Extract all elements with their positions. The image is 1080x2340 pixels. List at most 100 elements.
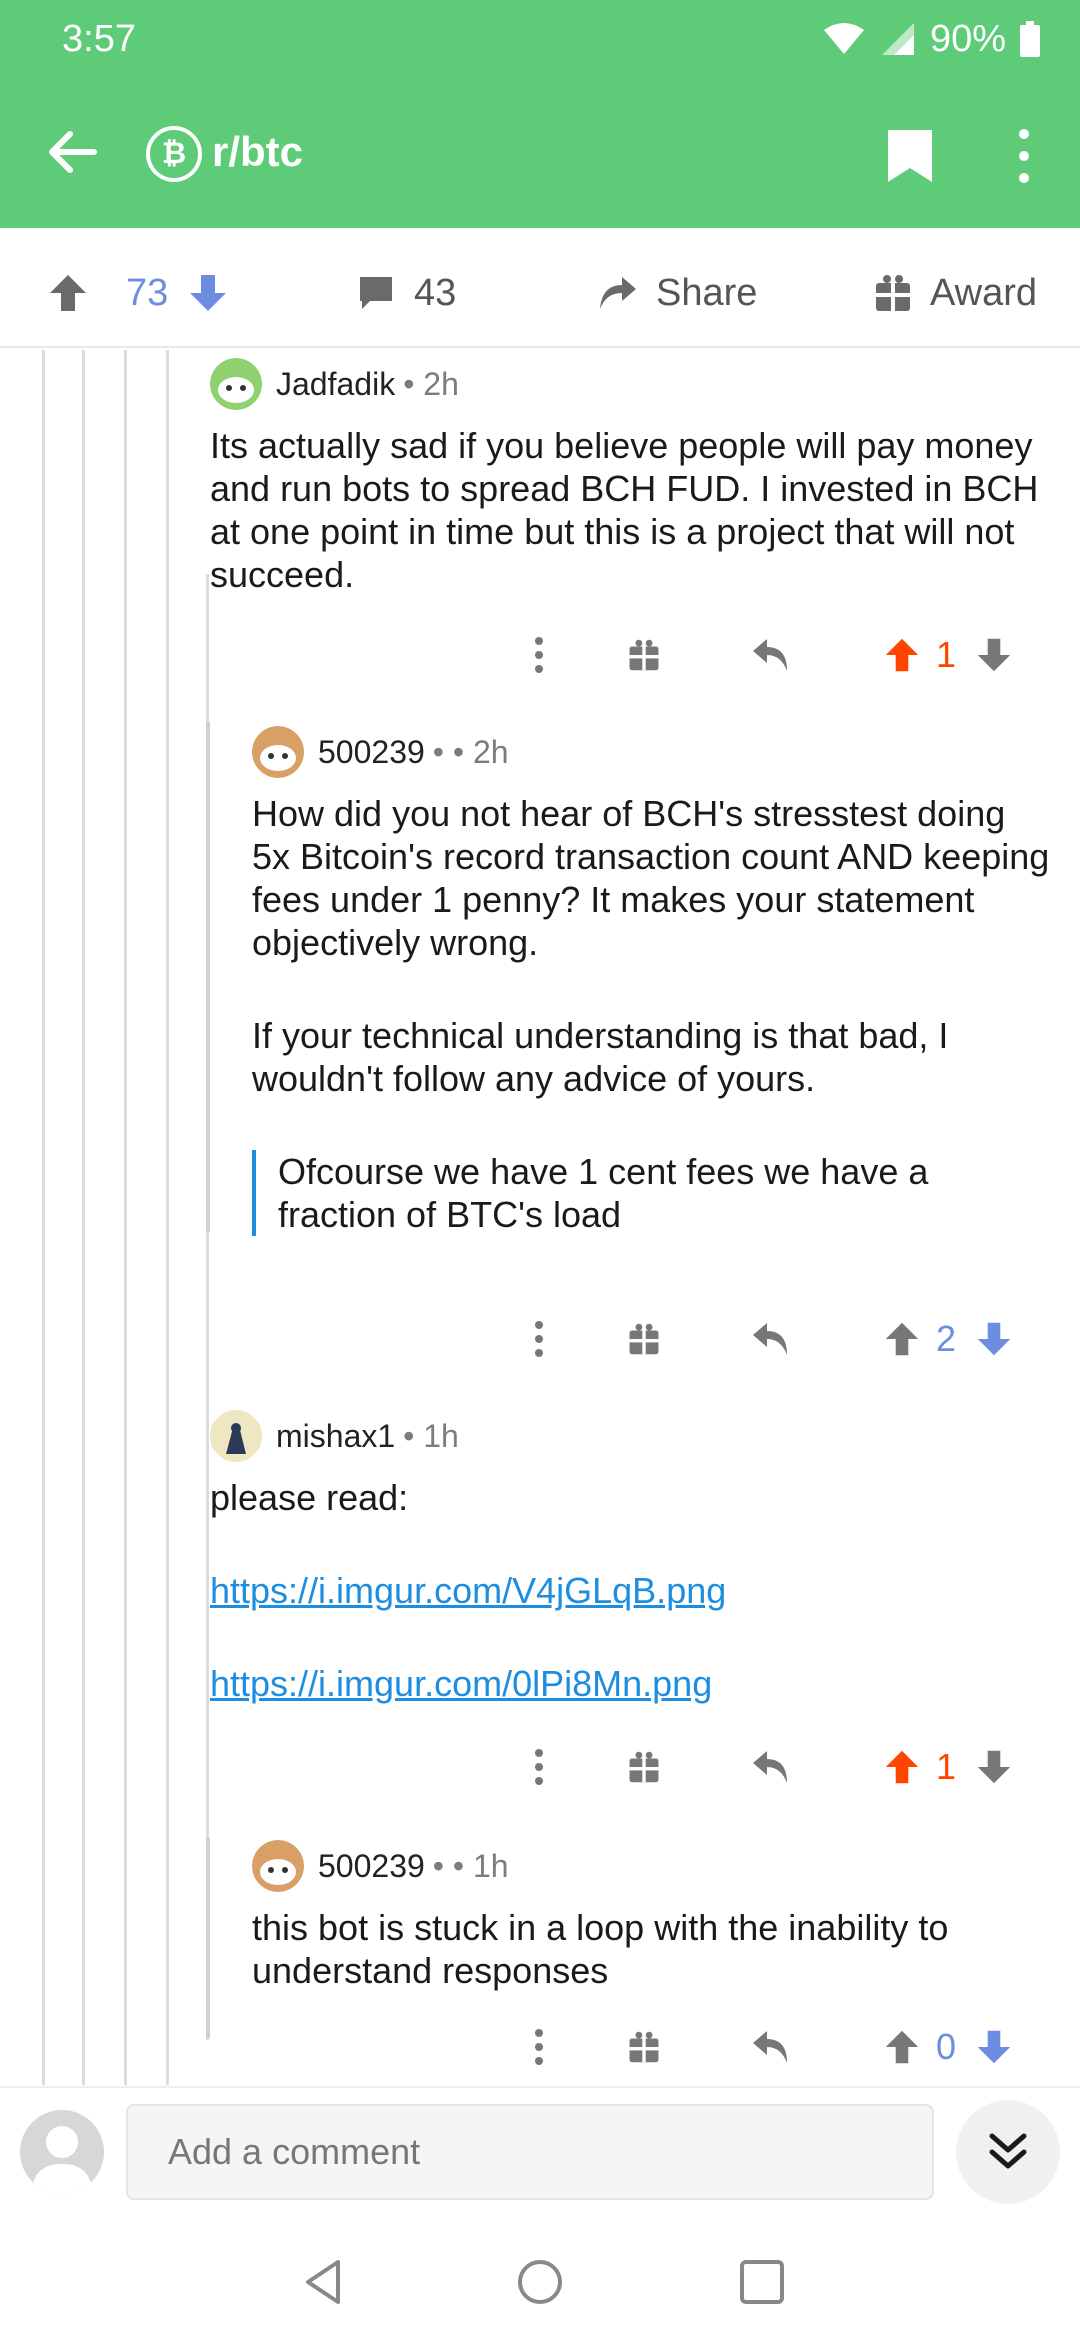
image-link[interactable]: https://i.imgur.com/0lPi8Mn.png	[210, 1663, 712, 1704]
comment-score: 1	[935, 1746, 957, 1787]
comment-actions: 2	[524, 1314, 1044, 1364]
avatar[interactable]	[252, 1840, 304, 1892]
more-options-icon[interactable]	[524, 1742, 554, 1792]
comment-age-value: • 2h	[452, 733, 509, 770]
user-avatar[interactable]	[20, 2110, 104, 2194]
user-placeholder-icon	[32, 2126, 92, 2194]
comment: Jadfadik • 2h Its actually sad if you be…	[210, 358, 1070, 596]
status-bar: 3:57 90%	[0, 0, 1080, 80]
comment-author[interactable]: 500239	[318, 1848, 425, 1885]
comment-age: • • 1h	[432, 1847, 509, 1884]
nav-home-icon[interactable]	[514, 2256, 566, 2308]
bitcoin-icon: ₿	[161, 137, 187, 170]
comment-paragraph: How did you not hear of BCH's stresstest…	[252, 793, 1050, 963]
app-header: 3:57 90% ₿ r/btc	[0, 0, 1080, 228]
downvote-icon[interactable]	[974, 2022, 1014, 2072]
subreddit-icon: ₿	[146, 126, 202, 182]
thread-line	[166, 350, 169, 2085]
more-options-icon[interactable]	[524, 1314, 554, 1364]
bookmark-icon[interactable]	[884, 128, 936, 184]
comment-body: this bot is stuck in a loop with the ina…	[252, 1907, 949, 1991]
comment-paragraph: If your technical understanding is that …	[252, 1015, 949, 1099]
downvote-icon[interactable]	[974, 1742, 1014, 1792]
comment-icon	[360, 277, 392, 309]
gift-icon[interactable]	[624, 630, 664, 680]
reply-icon[interactable]	[746, 1314, 796, 1364]
comments-count: 43	[414, 271, 457, 314]
comment-author[interactable]: 500239	[318, 734, 425, 771]
comment-score: 2	[935, 1318, 957, 1359]
gift-icon[interactable]	[624, 2022, 664, 2072]
downvote-icon[interactable]	[974, 630, 1014, 680]
comment: mishax1 • 1h please read: https://i.imgu…	[210, 1410, 1070, 1705]
reply-icon[interactable]	[746, 1742, 796, 1792]
gift-icon[interactable]	[624, 1742, 664, 1792]
comments-count-button[interactable]: 43	[356, 268, 456, 318]
comment-meta: 500239 • • 1h	[252, 1840, 1052, 1892]
share-button[interactable]: Share	[596, 268, 757, 318]
snoo-avatar-icon	[252, 726, 304, 778]
user-avatar-icon	[210, 1410, 262, 1462]
snoo-avatar-icon	[252, 1840, 304, 1892]
more-options-icon[interactable]	[524, 630, 554, 680]
more-options-icon[interactable]	[524, 2022, 554, 2072]
share-icon	[600, 277, 636, 309]
status-time: 3:57	[62, 18, 136, 60]
reply-icon[interactable]	[746, 2022, 796, 2072]
upvote-icon[interactable]	[882, 630, 922, 680]
comment-body: How did you not hear of BCH's stresstest…	[252, 792, 1052, 1236]
back-arrow-icon[interactable]	[40, 120, 104, 184]
image-link[interactable]: https://i.imgur.com/V4jGLqB.png	[210, 1570, 726, 1611]
comment-reply: 500239 • • 1h this bot is stuck in a loo…	[252, 1840, 1052, 1992]
subreddit-name[interactable]: r/btc	[212, 128, 303, 176]
comment-thread: Jadfadik • 2h Its actually sad if you be…	[0, 350, 1080, 2085]
comment-age: • • 2h	[432, 733, 509, 770]
reply-thread-line	[206, 1838, 210, 2038]
nav-recents-icon[interactable]	[736, 2256, 788, 2308]
wifi-icon	[823, 23, 864, 54]
thread-line	[42, 350, 45, 2085]
post-vote-controls: 73	[48, 268, 246, 318]
more-options-icon[interactable]	[1004, 126, 1044, 186]
upvote-icon[interactable]	[882, 2022, 922, 2072]
avatar[interactable]	[252, 726, 304, 778]
system-nav-bar	[0, 2228, 1080, 2340]
comment-score: 0	[935, 2026, 957, 2067]
comment-score: 1	[935, 634, 957, 675]
snoo-avatar-icon	[210, 358, 262, 410]
comment-actions: 1	[524, 1742, 1044, 1792]
upvote-icon[interactable]	[882, 1742, 922, 1792]
comment-body: Its actually sad if you believe people w…	[210, 425, 1039, 595]
award-button[interactable]: Award	[874, 268, 1037, 318]
comment-meta: Jadfadik • 2h	[210, 358, 1070, 410]
comment-meta: 500239 • • 2h	[252, 726, 1052, 778]
post-action-bar: 73 43 Share Award	[0, 228, 1080, 348]
comment-actions: 0	[524, 2022, 1044, 2072]
reply-thread-line	[206, 722, 210, 1232]
battery-icon	[1020, 21, 1040, 57]
thread-line	[124, 350, 127, 2085]
comment-author[interactable]: Jadfadik	[276, 366, 395, 403]
upvote-icon[interactable]	[48, 273, 88, 313]
comment-age-value: 1h	[423, 1417, 459, 1454]
nav-back-icon[interactable]	[298, 2256, 350, 2308]
upvote-icon[interactable]	[882, 1314, 922, 1364]
gift-icon[interactable]	[624, 1314, 664, 1364]
double-chevron-down-icon	[989, 2133, 1027, 2169]
downvote-icon[interactable]	[188, 273, 228, 313]
avatar[interactable]	[210, 358, 262, 410]
comment-author[interactable]: mishax1	[276, 1418, 395, 1455]
reply-icon[interactable]	[746, 630, 796, 680]
comment-age: • 2h	[403, 365, 459, 402]
thread-line	[82, 350, 85, 2085]
comment-age-value: • 1h	[452, 1847, 509, 1884]
downvote-icon[interactable]	[974, 1314, 1014, 1364]
share-label: Share	[656, 271, 758, 314]
add-comment-input[interactable]: Add a comment	[126, 2104, 934, 2200]
toolbar: ₿ r/btc	[0, 100, 1080, 210]
avatar[interactable]	[210, 1410, 262, 1462]
collapse-threads-button[interactable]	[956, 2100, 1060, 2204]
gift-icon	[876, 275, 910, 311]
post-score: 73	[126, 271, 169, 314]
award-label: Award	[930, 271, 1038, 314]
